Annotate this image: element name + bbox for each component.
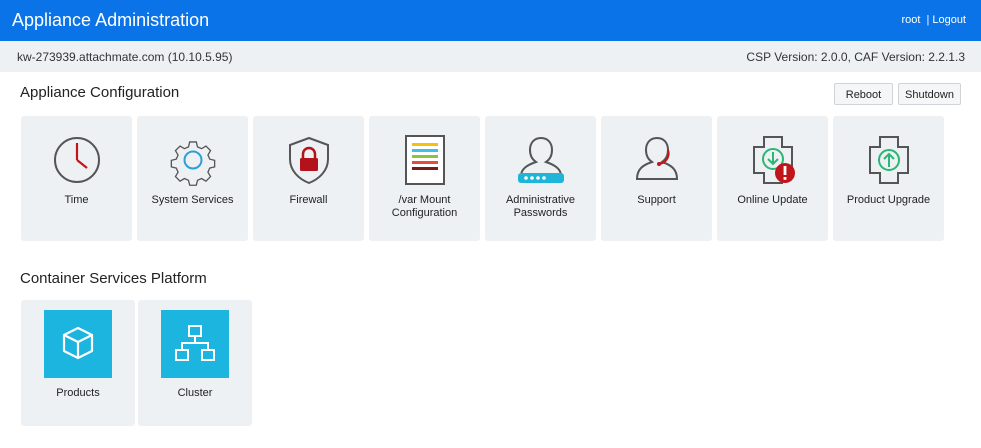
firewall-tile[interactable]: Firewall [253,116,364,241]
tile-label: Support [637,194,676,206]
cluster-tile[interactable]: Cluster [138,300,252,426]
logout-link[interactable]: Logout [932,14,966,26]
tile-label: Products [56,387,100,399]
support-tile[interactable]: Support [601,116,712,241]
tile-label: /var Mount Configuration [391,194,458,219]
cluster-icon [161,310,229,378]
var-mount-tile[interactable]: /var Mount Configuration [369,116,480,241]
system-services-tile[interactable]: System Services [137,116,248,241]
info-bar: kw-273939.attachmate.com (10.10.5.95) CS… [0,41,981,72]
csp-title: Container Services Platform [20,270,207,287]
top-bar: Appliance Administration root | Logout [0,0,981,41]
separator: | [926,14,930,26]
tile-label: Product Upgrade [846,194,931,206]
host-label: kw-273939.attachmate.com (10.10.5.95) [17,50,233,64]
online-update-tile[interactable]: Online Update [717,116,828,241]
headset-user-icon [635,136,678,180]
app-title: Appliance Administration [12,10,210,30]
tile-label: Time [64,194,89,206]
tile-label: Firewall [289,194,328,206]
gear-icon [170,141,215,186]
reboot-button[interactable]: Reboot [834,83,893,105]
shutdown-button[interactable]: Shutdown [898,83,961,105]
tile-label: Cluster [177,387,213,399]
tile-label: Administrative Passwords [505,194,576,219]
version-label: CSP Version: 2.0.0, CAF Version: 2.2.1.3 [746,50,965,64]
admin-passwords-tile[interactable]: Administrative Passwords [485,116,596,241]
tile-label: Online Update [737,194,808,206]
update-alert-icon [752,136,795,184]
user-password-icon [517,136,564,183]
document-icon [404,135,445,185]
product-upgrade-tile[interactable]: Product Upgrade [833,116,944,241]
clock-icon [53,137,100,183]
upgrade-icon [868,136,909,184]
time-tile[interactable]: Time [21,116,132,241]
appliance-config-title: Appliance Configuration [20,84,180,101]
user-name-link[interactable]: root [902,14,921,26]
tile-label: System Services [151,194,234,206]
cube-icon [44,310,112,378]
products-tile[interactable]: Products [21,300,135,426]
shield-lock-icon [288,136,329,185]
user-links: root | Logout [902,13,966,27]
